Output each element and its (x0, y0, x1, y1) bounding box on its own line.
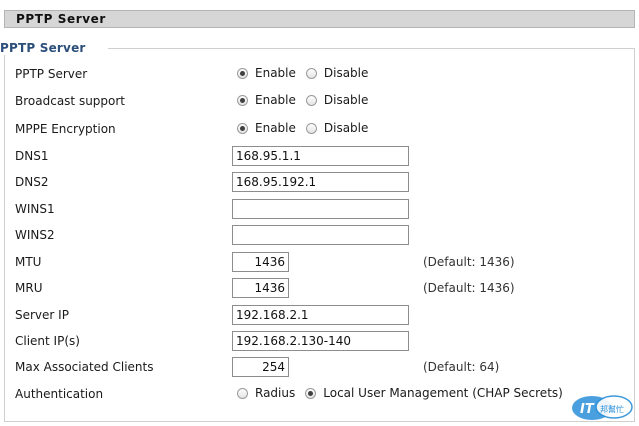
broadcast-support-label: Broadcast support (15, 94, 126, 108)
pptp-server-disable-label[interactable]: Disable (324, 66, 369, 80)
row-mppe-encryption: MPPE Encryption Enable Disable (0, 119, 639, 141)
wins2-input[interactable] (232, 225, 409, 245)
row-mru: MRU 1436 (Default: 1436) (0, 278, 639, 300)
row-client-ips: Client IP(s) 192.168.2.130-140 (0, 331, 639, 353)
svg-text:IT: IT (580, 402, 595, 417)
row-dns2: DNS2 168.95.192.1 (0, 172, 639, 194)
wins2-label: WINS2 (15, 228, 55, 242)
mru-label: MRU (15, 281, 43, 295)
dns1-input[interactable]: 168.95.1.1 (232, 146, 409, 166)
row-broadcast-support: Broadcast support Enable Disable (0, 91, 639, 113)
broadcast-support-enable-label[interactable]: Enable (255, 93, 296, 107)
client-ips-input[interactable]: 192.168.2.130-140 (232, 331, 409, 351)
max-clients-input[interactable]: 254 (232, 357, 289, 377)
dns2-input[interactable]: 168.95.192.1 (232, 172, 409, 192)
mru-default-hint: (Default: 1436) (423, 281, 515, 295)
authentication-radio-group: Radius Local User Management (CHAP Secre… (237, 386, 573, 400)
server-ip-input[interactable]: 192.168.2.1 (232, 305, 409, 325)
broadcast-support-disable-radio[interactable] (305, 94, 317, 106)
auth-local-label[interactable]: Local User Management (CHAP Secrets) (323, 386, 563, 400)
wins1-input[interactable] (232, 199, 409, 219)
pptp-server-enable-radio[interactable] (237, 67, 248, 79)
wins1-label: WINS1 (15, 202, 55, 216)
row-dns1: DNS1 168.95.1.1 (0, 146, 639, 168)
broadcast-support-disable-label[interactable]: Disable (324, 93, 369, 107)
row-server-ip: Server IP 192.168.2.1 (0, 305, 639, 327)
row-authentication: Authentication Radius Local User Managem… (0, 384, 639, 406)
auth-radius-label[interactable]: Radius (255, 386, 295, 400)
page-title: PPTP Server (16, 12, 106, 26)
fieldset-legend: PPTP Server (0, 41, 108, 55)
auth-radius-radio[interactable] (237, 387, 248, 399)
server-ip-label: Server IP (15, 308, 69, 322)
authentication-label: Authentication (15, 387, 104, 401)
max-clients-default-hint: (Default: 64) (423, 360, 500, 374)
row-mtu: MTU 1436 (Default: 1436) (0, 252, 639, 274)
row-wins1: WINS1 (0, 199, 639, 221)
pptp-server-radio-group: Enable Disable (237, 66, 378, 80)
mppe-encryption-enable-radio[interactable] (237, 122, 248, 134)
mtu-input[interactable]: 1436 (232, 252, 289, 272)
mtu-default-hint: (Default: 1436) (423, 255, 515, 269)
dns1-label: DNS1 (15, 149, 49, 163)
row-pptp-server: PPTP Server Enable Disable (0, 64, 639, 86)
mru-input[interactable]: 1436 (232, 278, 289, 298)
mppe-encryption-label: MPPE Encryption (15, 122, 116, 136)
ithome-watermark-logo: IT 邦幫忙 (572, 395, 633, 420)
row-max-associated-clients: Max Associated Clients 254 (Default: 64) (0, 357, 639, 379)
broadcast-support-enable-radio[interactable] (237, 94, 248, 106)
auth-local-radio[interactable] (305, 387, 317, 399)
dns2-label: DNS2 (15, 175, 49, 189)
row-wins2: WINS2 (0, 225, 639, 247)
broadcast-support-radio-group: Enable Disable (237, 93, 378, 107)
mtu-label: MTU (15, 255, 42, 269)
mppe-encryption-radio-group: Enable Disable (237, 121, 378, 135)
mppe-encryption-disable-radio[interactable] (305, 122, 317, 134)
svg-text:邦幫忙: 邦幫忙 (600, 404, 624, 414)
page-header: PPTP Server (4, 10, 635, 28)
mppe-encryption-enable-label[interactable]: Enable (255, 121, 296, 135)
pptp-server-disable-radio[interactable] (305, 67, 317, 79)
pptp-server-enable-label[interactable]: Enable (255, 66, 296, 80)
pptp-server-label: PPTP Server (15, 67, 88, 81)
mppe-encryption-disable-label[interactable]: Disable (324, 121, 369, 135)
max-clients-label: Max Associated Clients (15, 360, 154, 374)
client-ips-label: Client IP(s) (15, 334, 80, 348)
